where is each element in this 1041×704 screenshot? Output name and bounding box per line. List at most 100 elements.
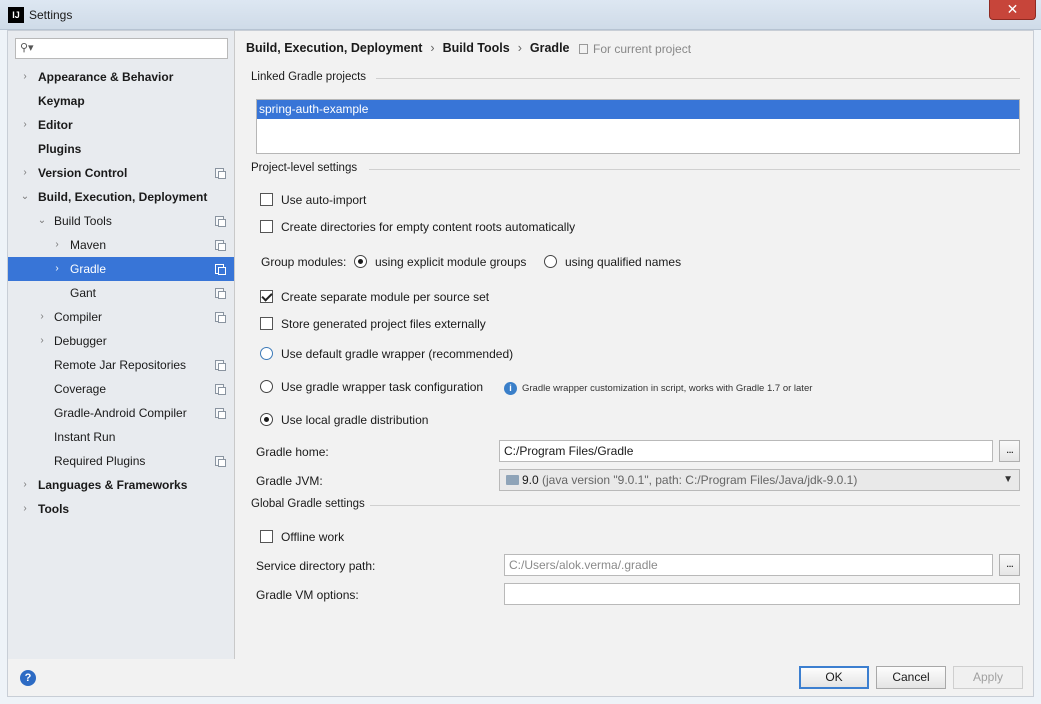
sidebar-item-compiler[interactable]: › Compiler [8,305,234,329]
checkbox-box[interactable] [260,193,273,206]
wrapper-task-radio[interactable]: Use gradle wrapper task configuration [260,379,483,397]
section-divider [376,78,1020,79]
settings-sidebar: ⚲▾ › Appearance & Behavior Keymap › Edit… [8,31,235,659]
checkbox-label: Create directories for empty content roo… [281,220,576,234]
chevron-down-icon[interactable]: ⌄ [37,209,47,233]
chevron-right-icon[interactable]: › [37,305,47,329]
sidebar-item-instant-run[interactable]: Instant Run [8,425,234,449]
sidebar-item-remote-jar-repositories[interactable]: Remote Jar Repositories [8,353,234,377]
sidebar-item-label: Coverage [54,382,107,396]
sidebar-item-build-tools[interactable]: ⌄ Build Tools [8,209,234,233]
group-modules-label: Group modules: [261,255,347,269]
checkbox-box[interactable] [260,290,273,303]
sidebar-item-plugins[interactable]: Plugins [8,137,234,161]
sidebar-item-label: Appearance & Behavior [38,70,174,84]
auto-import-checkbox[interactable]: Use auto-import [260,192,366,210]
sidebar-item-label: Compiler [54,310,103,324]
checkbox-box[interactable] [260,220,273,233]
sidebar-item-coverage[interactable]: Coverage [8,377,234,401]
folder-icon [506,475,519,485]
sidebar-item-keymap[interactable]: Keymap [8,89,234,113]
chevron-down-icon[interactable]: ▼ [1003,470,1013,490]
chevron-right-icon[interactable]: › [20,161,30,185]
local-distribution-radio[interactable]: Use local gradle distribution [260,412,428,430]
sidebar-item-tools[interactable]: › Tools [8,497,234,521]
chevron-right-icon[interactable]: › [52,257,62,281]
project-scope-icon [215,288,226,299]
vm-options-field[interactable] [504,583,1020,605]
sidebar-item-languages-frameworks[interactable]: › Languages & Frameworks [8,473,234,497]
help-icon[interactable]: ? [20,670,36,686]
chevron-down-icon[interactable]: ⌄ [20,185,30,209]
radio-label: Use default gradle wrapper (recommended) [281,347,514,361]
sidebar-item-gradle-android-compiler[interactable]: Gradle-Android Compiler [8,401,234,425]
radio-label: Use local gradle distribution [281,413,429,427]
service-dir-field[interactable]: C:/Users/alok.verma/.gradle [504,554,993,576]
gradle-home-field[interactable]: C:/Program Files/Gradle [499,440,993,462]
checkbox-box[interactable] [260,530,273,543]
radio-button[interactable] [260,413,273,426]
vm-options-label: Gradle VM options: [256,588,359,602]
list-item[interactable]: spring-auth-example [257,100,1019,119]
apply-button[interactable]: Apply [953,666,1023,689]
radio-button[interactable] [260,347,273,360]
separate-module-checkbox[interactable]: Create separate module per source set [260,289,489,307]
chevron-right-icon[interactable]: › [20,473,30,497]
chevron-right-icon[interactable]: › [20,113,30,137]
cancel-button[interactable]: Cancel [876,666,946,689]
chevron-right-icon[interactable]: › [20,65,30,89]
store-external-checkbox[interactable]: Store generated project files externally [260,316,486,334]
project-scope-icon [579,44,588,54]
breadcrumb-item: Build Tools [442,41,510,55]
group-explicit-radio[interactable]: using explicit module groups [354,254,526,272]
sidebar-item-label: Required Plugins [54,454,146,468]
window-title: Settings [29,8,73,22]
radio-label: using explicit module groups [375,255,527,269]
radio-label: using qualified names [565,255,682,269]
intellij-app-icon: IJ [8,7,24,23]
radio-button[interactable] [544,255,557,268]
create-dirs-checkbox[interactable]: Create directories for empty content roo… [260,219,575,237]
linked-projects-title: Linked Gradle projects [251,71,367,83]
checkbox-box[interactable] [260,317,273,330]
sidebar-item-debugger[interactable]: › Debugger [8,329,234,353]
project-scope-icon [215,360,226,371]
settings-search-input[interactable]: ⚲▾ [15,38,228,59]
sidebar-item-label: Gant [70,286,97,300]
service-dir-browse-button[interactable]: ... [999,554,1020,576]
ok-button[interactable]: OK [799,666,869,689]
close-window-button[interactable]: ✕ [989,0,1036,20]
default-wrapper-radio[interactable]: Use default gradle wrapper (recommended) [260,346,513,364]
project-scope-icon [215,384,226,395]
gradle-jvm-select[interactable]: 9.0 (java version "9.0.1", path: C:/Prog… [499,469,1020,491]
project-scope-icon [215,168,226,179]
radio-button[interactable] [260,380,273,393]
sidebar-item-build-execution-deployment[interactable]: ⌄ Build, Execution, Deployment [8,185,234,209]
gradle-home-browse-button[interactable]: ... [999,440,1020,462]
sidebar-item-label: Remote Jar Repositories [54,358,187,372]
chevron-right-icon[interactable]: › [52,233,62,257]
checkbox-label: Store generated project files externally [281,317,486,331]
project-scope-note: For current project [579,42,691,56]
sidebar-item-label: Plugins [38,142,82,156]
chevron-right-icon[interactable]: › [37,329,47,353]
sidebar-item-gant[interactable]: Gant [8,281,234,305]
sidebar-item-required-plugins[interactable]: Required Plugins [8,449,234,473]
scope-label: For current project [593,42,692,56]
radio-button[interactable] [354,255,367,268]
linked-projects-list[interactable]: spring-auth-example [256,99,1020,154]
group-qualified-radio[interactable]: using qualified names [544,254,681,272]
sidebar-item-appearance[interactable]: › Appearance & Behavior [8,65,234,89]
breadcrumb-separator: › [430,41,435,55]
search-icon: ⚲▾ [20,42,34,54]
checkbox-label: Use auto-import [281,193,367,207]
sidebar-item-gradle[interactable]: › Gradle [8,257,234,281]
chevron-right-icon[interactable]: › [20,497,30,521]
offline-work-checkbox[interactable]: Offline work [260,529,344,547]
settings-dialog: ⚲▾ › Appearance & Behavior Keymap › Edit… [7,30,1034,697]
sidebar-item-editor[interactable]: › Editor [8,113,234,137]
sidebar-item-maven[interactable]: › Maven [8,233,234,257]
info-icon: i [504,382,517,395]
sidebar-item-version-control[interactable]: › Version Control [8,161,234,185]
section-divider [369,169,1020,170]
